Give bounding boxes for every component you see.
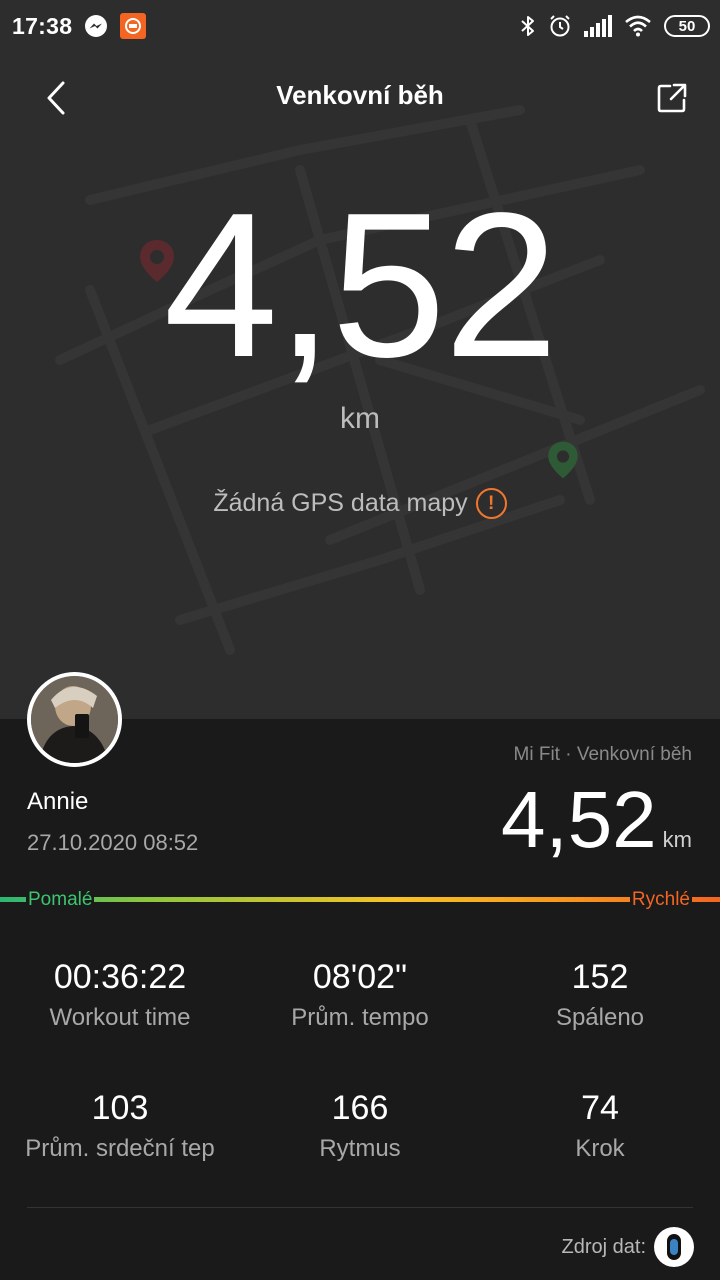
status-bar: 17:38 50 xyxy=(0,0,720,52)
gps-note: Žádná GPS data mapy ! xyxy=(0,488,720,519)
share-button[interactable] xyxy=(652,78,692,118)
header: Venkovní běh xyxy=(0,70,720,126)
stat-heart-rate: 103 Prům. srdeční tep xyxy=(0,1086,240,1166)
stat-label: Workout time xyxy=(49,1004,191,1031)
footer-divider xyxy=(27,1207,693,1208)
stat-value: 08'02" xyxy=(312,958,408,996)
avatar[interactable] xyxy=(27,672,122,767)
summary-distance-value: 4,52 xyxy=(500,775,657,864)
map-area: 17:38 50 Venkovní běh 4,52 km Žádná GPS … xyxy=(0,0,720,719)
hero-distance: 4,52 xyxy=(163,170,559,400)
data-source-label: Zdroj dat: xyxy=(561,1235,646,1258)
user-photo xyxy=(31,676,118,763)
stat-label: Prům. tempo xyxy=(291,1004,429,1031)
stat-value: 152 xyxy=(571,958,629,996)
workout-source: Mi Fit · Venkovní běh xyxy=(513,744,692,765)
workout-date: 27.10.2020 08:52 xyxy=(27,830,199,855)
bluetooth-icon xyxy=(520,14,536,38)
stat-calories: 152 Spáleno xyxy=(480,955,720,1035)
battery-level: 50 xyxy=(678,17,696,35)
stat-stride: 74 Krok xyxy=(480,1086,720,1166)
signal-icon xyxy=(584,15,612,37)
page-title: Venkovní běh xyxy=(276,80,444,110)
status-icons: 50 xyxy=(520,0,710,52)
pace-fast-label: Rychlé xyxy=(629,889,692,911)
user-name: Annie xyxy=(27,788,89,815)
stat-label: Rytmus xyxy=(319,1135,401,1162)
mi-app-icon xyxy=(120,13,147,39)
wifi-icon xyxy=(624,15,652,37)
stat-value: 00:36:22 xyxy=(53,958,187,996)
messenger-icon xyxy=(84,14,108,38)
hero-unit: km xyxy=(340,402,380,435)
alarm-icon xyxy=(548,14,572,38)
battery-icon: 50 xyxy=(664,15,710,37)
status-time: 17:38 xyxy=(12,12,73,39)
stat-value: 103 xyxy=(91,1089,149,1127)
stat-cadence: 166 Rytmus xyxy=(240,1086,480,1166)
stat-value: 166 xyxy=(331,1089,389,1127)
share-icon xyxy=(657,83,687,113)
summary-distance: 4,52 km xyxy=(501,778,692,862)
stat-workout-time: 00:36:22 Workout time xyxy=(0,955,240,1035)
end-pin-icon xyxy=(548,441,578,479)
warning-symbol: ! xyxy=(487,492,495,514)
stat-value: 74 xyxy=(581,1089,619,1127)
stat-label: Prům. srdeční tep xyxy=(25,1135,215,1162)
mi-band-icon xyxy=(654,1227,694,1267)
gps-note-text: Žádná GPS data mapy xyxy=(213,489,468,517)
data-source[interactable]: Zdroj dat: xyxy=(562,1227,694,1267)
stat-avg-pace: 08'02" Prům. tempo xyxy=(240,955,480,1035)
summary-distance-unit: km xyxy=(662,827,692,852)
stat-label: Spáleno xyxy=(555,1004,645,1031)
pace-gradient-bar xyxy=(0,897,720,902)
warning-icon[interactable]: ! xyxy=(475,488,507,519)
stat-label: Krok xyxy=(575,1135,625,1162)
pace-slow-label: Pomalé xyxy=(26,889,95,911)
